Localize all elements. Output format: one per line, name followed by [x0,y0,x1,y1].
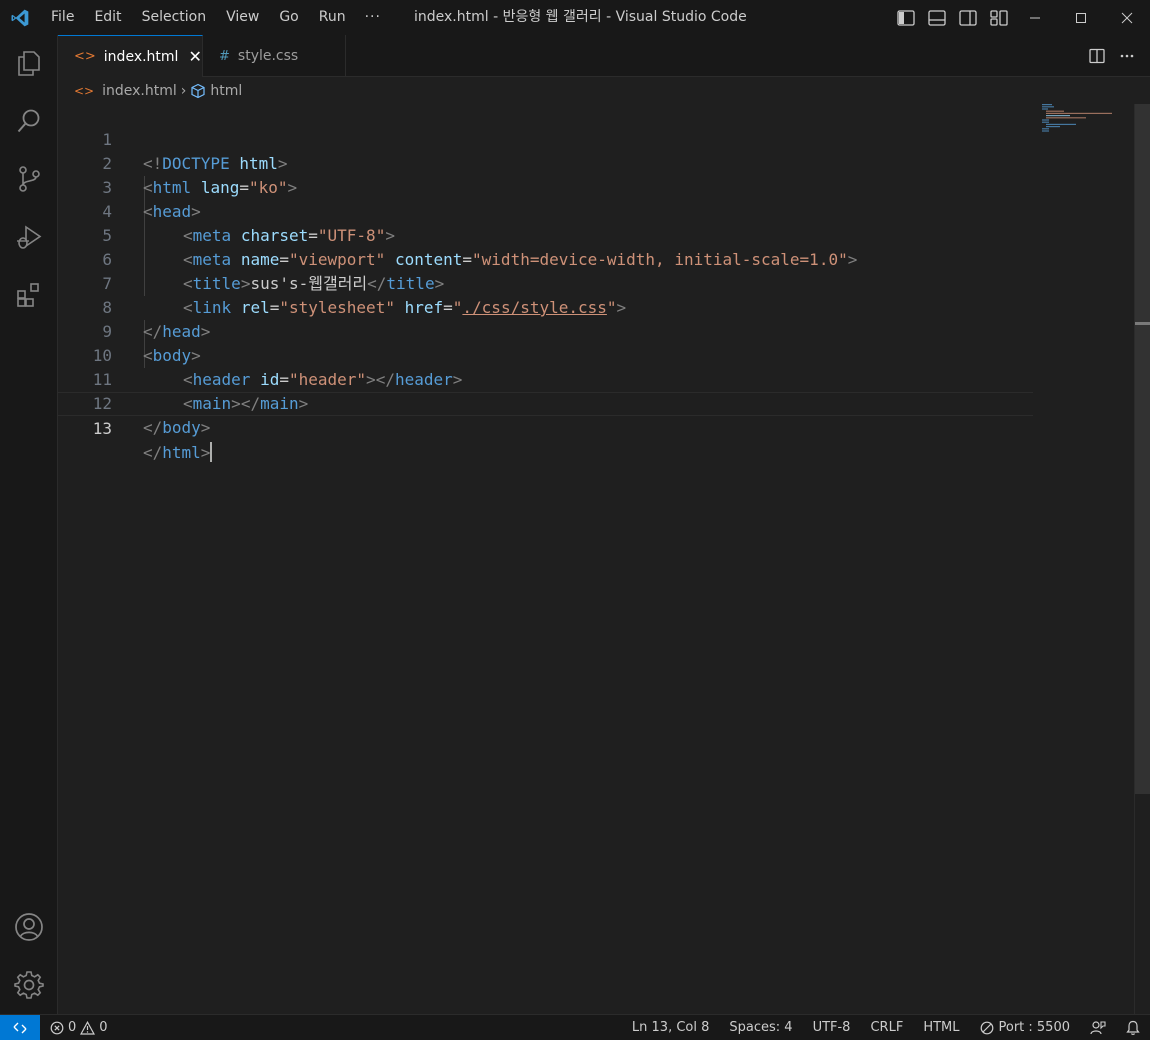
code-line: 8 </head> [58,272,1033,341]
status-bar-right: Ln 13, Col 8 Spaces: 4 UTF-8 CRLF HTML P… [622,1015,1150,1040]
problems-indicator[interactable]: 0 0 [50,1020,108,1035]
code-line: 9 <body> [58,296,1033,365]
warning-count: 0 [99,1020,108,1035]
end-of-line[interactable]: CRLF [860,1015,913,1040]
feedback-icon[interactable] [1080,1015,1116,1040]
breadcrumb-file[interactable]: index.html [102,83,177,99]
html-file-icon: <> [74,84,95,98]
editor-actions [1082,35,1142,77]
breadcrumb-symbol[interactable]: html [210,83,242,99]
source-control-icon[interactable] [0,155,58,203]
extensions-icon[interactable] [0,271,58,319]
menu-edit[interactable]: Edit [83,0,130,35]
remote-indicator-icon[interactable] [0,1014,40,1040]
status-bar: 0 0 Ln 13, Col 8 Spaces: 4 UTF-8 CRLF HT… [0,1014,1150,1040]
vscode-logo-icon [0,0,40,35]
css-file-icon: # [219,48,230,64]
error-icon [50,1021,64,1034]
code-editor[interactable]: 1 <!DOCTYPE html> 2 <html lang="ko"> 3 <… [58,104,1134,1014]
tab-label: index.html [103,48,179,65]
scrollbar-thumb[interactable] [1135,104,1150,794]
code-line: 7 <link rel="stylesheet" href="./css/sty… [58,248,1033,317]
file-encoding[interactable]: UTF-8 [803,1015,861,1040]
code-line: 6 <title>sus's-웹갤러리</title> [58,224,1033,293]
block-icon [980,1021,993,1035]
language-mode[interactable]: HTML [913,1015,969,1040]
maximize-icon[interactable] [1058,0,1104,35]
port-label: Port : 5500 [998,1020,1071,1035]
code-line: 11 <main></main> [58,344,1033,413]
notifications-bell-icon[interactable] [1116,1015,1150,1040]
breadcrumb-separator: › [180,83,187,99]
warning-icon [80,1020,96,1035]
title-bar: File Edit Selection View Go Run ··· inde… [0,0,1150,35]
menu-selection[interactable]: Selection [131,0,216,35]
menu-bar: File Edit Selection View Go Run ··· [40,0,391,35]
minimap[interactable] [1040,104,1120,134]
window-title: index.html - 반응형 웹 갤러리 - Visual Studio C… [414,9,747,25]
toggle-secondary-sidebar-icon[interactable] [952,0,983,35]
layout-controls [890,0,1014,35]
code-text: </html> [143,442,213,462]
run-debug-icon[interactable] [0,213,58,261]
tab-label: style.css [237,48,299,64]
code-line: 5 <meta name="viewport" content="width=d… [58,200,1033,269]
symbol-element-icon [190,83,206,99]
cursor-position[interactable]: Ln 13, Col 8 [622,1015,719,1040]
current-line: 13 </html> [58,392,1033,462]
line-number: 13 [92,419,112,438]
indentation[interactable]: Spaces: 4 [719,1015,802,1040]
toggle-panel-icon[interactable] [921,0,952,35]
code-line: 10 <header id="header"></header> [58,320,1033,389]
close-window-icon[interactable] [1104,0,1150,35]
tab-index-html[interactable]: <> index.html ✕ [58,35,203,77]
editor-tab-bar: <> index.html ✕ # style.css [58,35,1150,77]
minimize-icon[interactable] [1012,0,1058,35]
error-count: 0 [68,1020,77,1035]
scrollbar-cursor-marker [1135,322,1150,325]
search-icon[interactable] [0,97,58,145]
split-editor-icon[interactable] [1082,35,1112,77]
code-text: </body> [143,418,211,437]
code-line: 4 <meta charset="UTF-8"> [58,176,1033,245]
menu-go[interactable]: Go [268,0,307,35]
code-line: 2 <html lang="ko"> [58,128,1033,197]
html-file-icon: <> [74,49,96,64]
close-tab-icon[interactable]: ✕ [188,47,201,66]
activity-bar [0,35,58,1014]
menu-run[interactable]: Run [308,0,355,35]
menu-file[interactable]: File [40,0,83,35]
accounts-icon[interactable] [0,903,58,951]
tab-style-css[interactable]: # style.css [203,35,346,77]
window-controls [1012,0,1150,35]
breadcrumb: <> index.html › html [58,78,1150,104]
text-cursor [210,442,213,462]
explorer-icon[interactable] [0,39,58,87]
code-line: 12 </body> [58,368,1033,437]
toggle-primary-sidebar-icon[interactable] [890,0,921,35]
code-line: 1 <!DOCTYPE html> [58,104,1033,173]
settings-gear-icon[interactable] [0,961,58,1009]
live-server-port[interactable]: Port : 5500 [970,1015,1081,1040]
menu-view[interactable]: View [215,0,268,35]
code-line: 3 <head> [58,152,1033,221]
customize-layout-icon[interactable] [983,0,1014,35]
menu-more-button[interactable]: ··· [355,0,391,35]
more-actions-icon[interactable] [1112,35,1142,77]
